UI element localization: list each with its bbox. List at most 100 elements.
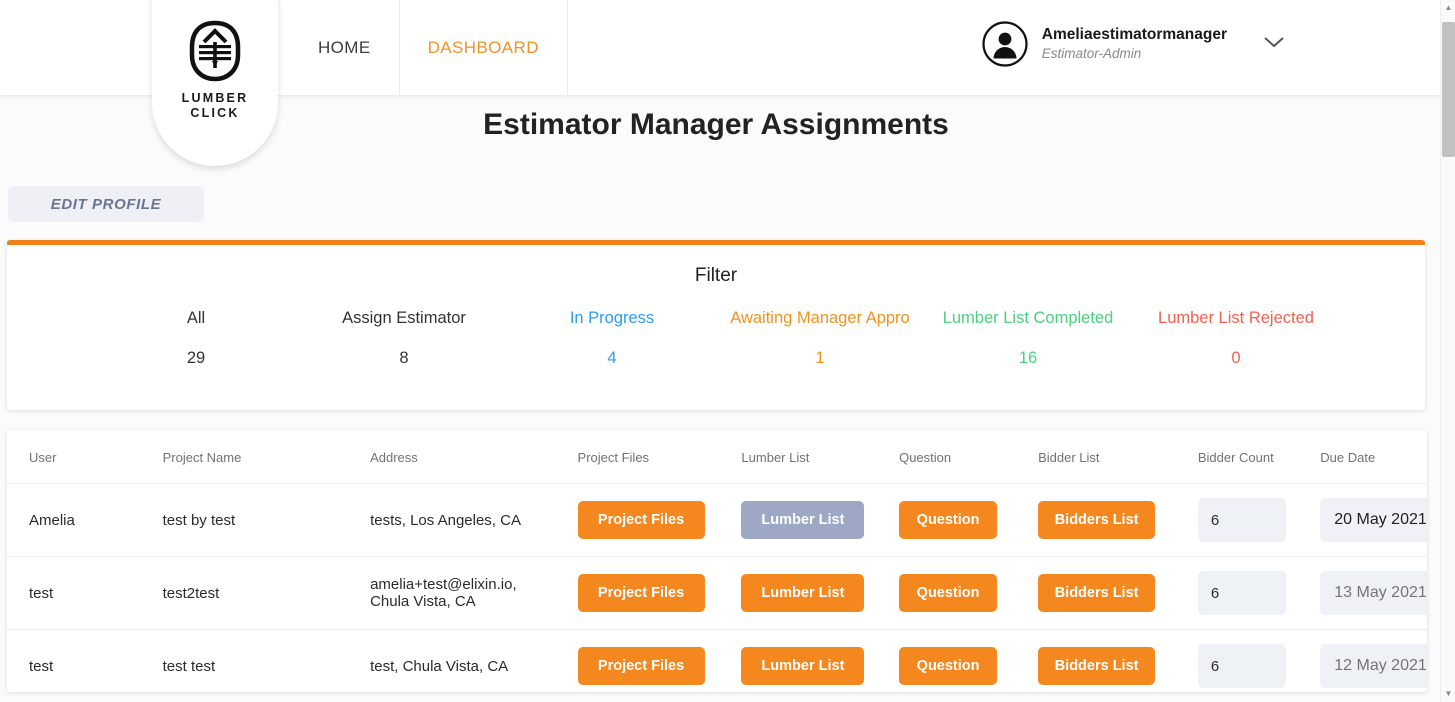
filter-option-lumber-list-completed-count: 16 [1018, 349, 1038, 367]
bidders-list-button[interactable]: Bidders List [1038, 574, 1156, 612]
filter-options: All 29 Assign Estimator 8 In Progress 4 … [7, 309, 1425, 368]
scrollbar-thumb[interactable] [1442, 22, 1455, 157]
page-scrollbar[interactable]: ▲ ▼ [1440, 0, 1455, 702]
user-role: Estimator-Admin [1041, 46, 1142, 62]
lumber-list-button[interactable]: Lumber List [741, 574, 865, 612]
user-info: Ameliaestimatormanager Estimator-Admin [1042, 25, 1227, 63]
project-files-button[interactable]: Project Files [577, 647, 705, 685]
table-header-row: User Project Name Address Project Files … [7, 430, 1427, 484]
cell-bidder-list: Bidders List [1038, 556, 1198, 630]
chevron-down-icon[interactable] [1263, 35, 1285, 54]
cell-question: Question [899, 556, 1039, 630]
filter-option-in-progress[interactable]: In Progress 4 [508, 309, 716, 368]
filter-option-awaiting-manager-approval-label: Awaiting Manager Appro [730, 309, 910, 327]
bidders-list-button[interactable]: Bidders List [1038, 647, 1156, 685]
user-menu[interactable]: Ameliaestimatormanager Estimator-Admin [982, 21, 1285, 67]
table-row: test test2test amelia+test@elixin.io, Ch… [7, 556, 1427, 630]
table-row: test test test test, Chula Vista, CA Pro… [7, 629, 1427, 692]
cell-project-name: test by test [162, 483, 371, 557]
filter-option-all[interactable]: All 29 [92, 309, 300, 368]
nav-item-dashboard-label: DASHBOARD [427, 37, 539, 57]
filter-panel-title: Filter [694, 265, 738, 286]
cell-question: Question [899, 629, 1039, 692]
cell-address: amelia+test@elixin.io, Chula Vista, CA [370, 556, 578, 630]
filter-panel: Filter All 29 Assign Estimator 8 In Prog… [7, 240, 1425, 410]
due-date-input[interactable] [1320, 571, 1427, 615]
column-header-due-date: Due Date [1320, 430, 1427, 484]
assignments-table: User Project Name Address Project Files … [7, 430, 1427, 692]
question-button[interactable]: Question [899, 647, 998, 685]
bidder-count-input[interactable] [1197, 644, 1286, 688]
cell-address: test, Chula Vista, CA [370, 629, 578, 692]
assignments-table-container: User Project Name Address Project Files … [7, 430, 1427, 692]
filter-option-in-progress-count: 4 [607, 349, 617, 367]
cell-user: test [7, 629, 163, 692]
filter-option-assign-estimator-label: Assign Estimator [342, 309, 466, 327]
nav-item-dashboard[interactable]: DASHBOARD [400, 0, 568, 95]
question-button[interactable]: Question [899, 501, 998, 539]
due-date-input[interactable] [1320, 498, 1427, 542]
cell-lumber-list: Lumber List [741, 629, 900, 692]
column-header-user: User [7, 430, 163, 484]
project-files-button[interactable]: Project Files [577, 501, 705, 539]
edit-profile-button[interactable]: EDIT PROFILE [8, 186, 204, 222]
cell-project-name: test2test [162, 556, 371, 630]
filter-option-all-count: 29 [186, 349, 206, 367]
cell-project-name: test test [162, 629, 371, 692]
lumber-shield-logo-icon [186, 20, 244, 82]
filter-option-lumber-list-completed-label: Lumber List Completed [942, 309, 1114, 327]
nav-item-home[interactable]: HOME [290, 0, 400, 95]
brand-logo[interactable]: LUMBER CLICK [152, 0, 278, 166]
cell-project-files: Project Files [577, 483, 742, 557]
bidders-list-button[interactable]: Bidders List [1038, 501, 1156, 539]
brand-logo-line2: CLICK [190, 106, 240, 120]
cell-bidder-count [1197, 556, 1321, 630]
column-header-address: Address [370, 430, 578, 484]
column-header-bidder-count: Bidder Count [1197, 430, 1321, 484]
filter-option-awaiting-manager-approval-count: 1 [815, 349, 825, 367]
cell-user: Amelia [7, 483, 163, 557]
table-row: Amelia test by test tests, Los Angeles, … [7, 483, 1427, 557]
project-files-button[interactable]: Project Files [577, 574, 705, 612]
cell-bidder-list: Bidders List [1038, 629, 1198, 692]
cell-address: tests, Los Angeles, CA [370, 483, 578, 557]
cell-bidder-count [1197, 483, 1321, 557]
question-button[interactable]: Question [899, 574, 998, 612]
brand-logo-line1: LUMBER [181, 91, 249, 105]
cell-bidder-list: Bidders List [1038, 483, 1198, 557]
user-avatar-icon [982, 21, 1028, 67]
user-name: Ameliaestimatormanager [1041, 25, 1227, 43]
scroll-down-arrow-icon[interactable]: ▼ [1441, 686, 1455, 702]
filter-option-in-progress-label: In Progress [569, 309, 655, 327]
column-header-bidder-list: Bidder List [1038, 430, 1198, 484]
bidder-count-input[interactable] [1197, 498, 1286, 542]
cell-due-date [1320, 483, 1427, 557]
table-header: User Project Name Address Project Files … [7, 430, 1427, 484]
cell-due-date [1320, 629, 1427, 692]
cell-project-files: Project Files [577, 556, 742, 630]
column-header-lumber-list: Lumber List [741, 430, 900, 484]
app-root: HOME DASHBOARD Ameliaestimatormanager Es… [0, 0, 1455, 702]
lumber-list-button[interactable]: Lumber List [741, 647, 865, 685]
primary-navigation: HOME DASHBOARD [290, 0, 568, 95]
column-header-project-files: Project Files [577, 430, 742, 484]
cell-question: Question [899, 483, 1039, 557]
filter-option-assign-estimator[interactable]: Assign Estimator 8 [300, 309, 508, 368]
lumber-list-button[interactable]: Lumber List [741, 501, 865, 539]
filter-option-assign-estimator-count: 8 [399, 349, 409, 367]
bidder-count-input[interactable] [1197, 571, 1286, 615]
filter-option-lumber-list-rejected-label: Lumber List Rejected [1158, 309, 1314, 327]
cell-project-files: Project Files [577, 629, 742, 692]
column-header-project-name: Project Name [162, 430, 371, 484]
filter-option-lumber-list-rejected-count: 0 [1231, 349, 1241, 367]
filter-option-lumber-list-rejected[interactable]: Lumber List Rejected 0 [1132, 309, 1340, 368]
column-header-question: Question [899, 430, 1039, 484]
due-date-input[interactable] [1320, 644, 1427, 688]
filter-option-awaiting-manager-approval[interactable]: Awaiting Manager Appro 1 [716, 309, 924, 368]
scroll-up-arrow-icon[interactable]: ▲ [1441, 0, 1455, 16]
filter-option-lumber-list-completed[interactable]: Lumber List Completed 16 [924, 309, 1132, 368]
cell-lumber-list: Lumber List [741, 556, 900, 630]
cell-user: test [7, 556, 163, 630]
brand-logo-text: LUMBER CLICK [182, 91, 249, 121]
nav-item-home-label: HOME [318, 37, 371, 57]
